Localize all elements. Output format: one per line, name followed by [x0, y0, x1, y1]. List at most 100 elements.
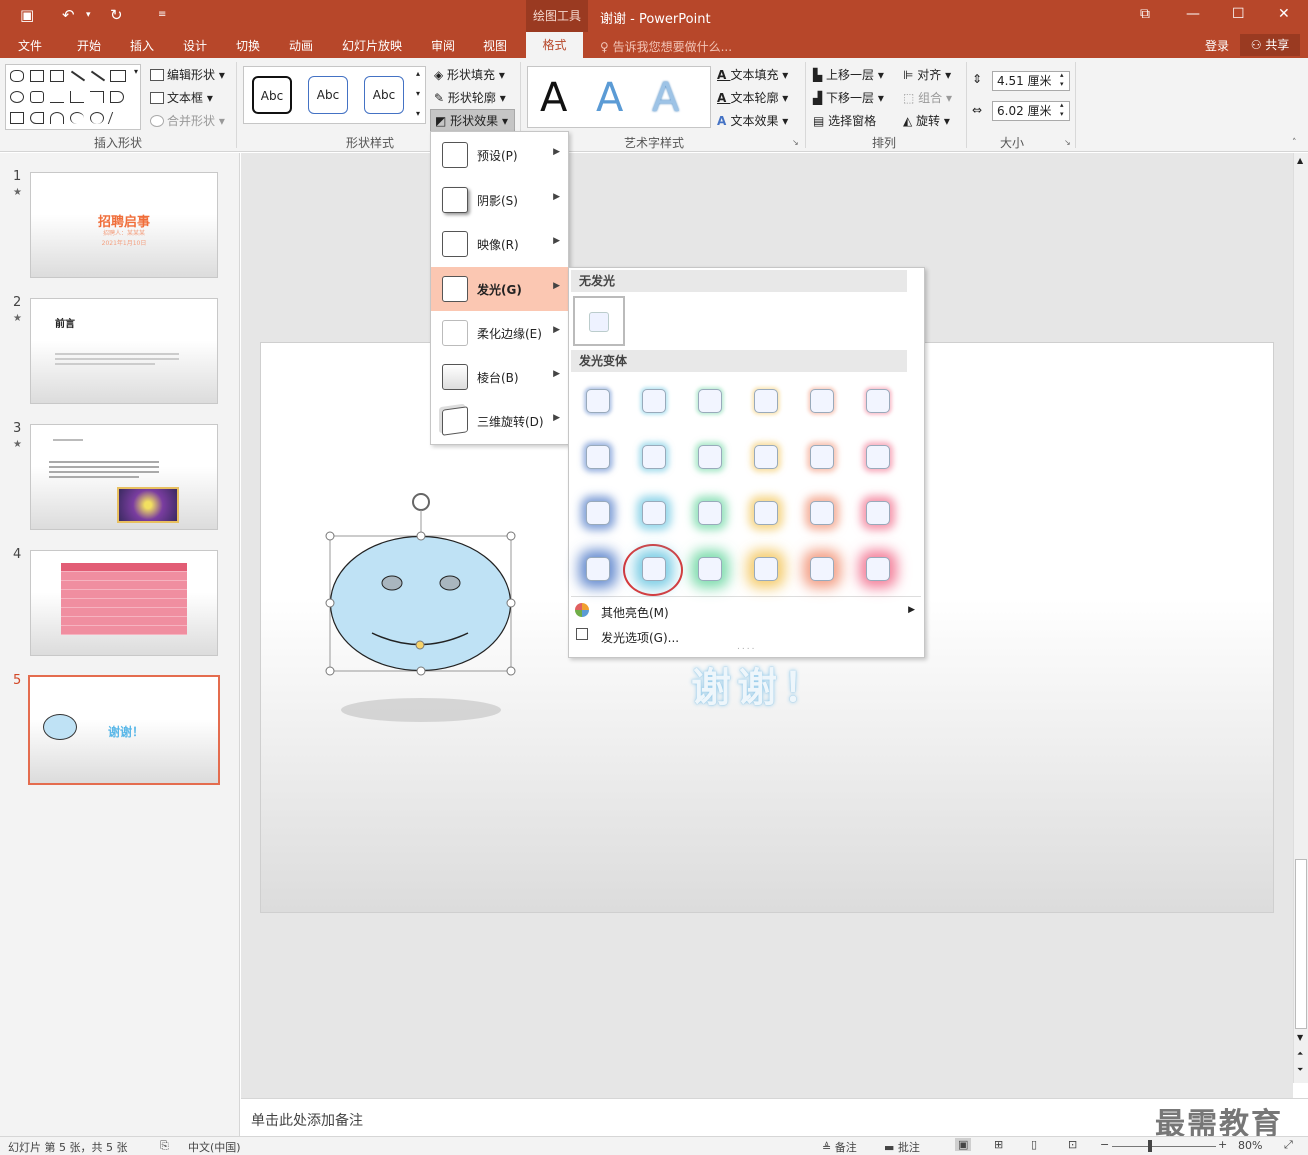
smiley-face[interactable] — [329, 535, 512, 672]
dialog-launcher-icon[interactable]: ↘ — [1064, 138, 1071, 147]
down-arrow-shape-icon[interactable] — [10, 112, 24, 124]
text-outline-button[interactable]: A 文本轮廓 ▾ — [717, 89, 788, 106]
tab-insert[interactable]: 插入 — [130, 37, 154, 54]
language-indicator[interactable]: 中文(中国) — [188, 1139, 241, 1155]
resize-handle[interactable] — [506, 666, 516, 676]
text-effects-button[interactable]: A 文本效果 ▾ — [717, 112, 788, 129]
glow-variant-swatch[interactable] — [586, 501, 610, 525]
scroll-thumb[interactable] — [1295, 859, 1307, 1029]
glow-variant-swatch[interactable] — [866, 445, 890, 469]
elbow-connector-icon[interactable] — [70, 91, 84, 103]
menu-item-3d-rotation[interactable]: 三维旋转(D) ▶ — [431, 399, 568, 443]
glow-variant-swatch[interactable] — [810, 389, 834, 413]
shape-styles-gallery[interactable]: Abc Abc Abc ▴ ▾ ▾ — [243, 66, 426, 124]
edit-shape-button[interactable]: 编辑形状 ▾ — [150, 66, 225, 83]
tab-animations[interactable]: 动画 — [289, 37, 313, 54]
scroll-up-icon[interactable]: ▲ — [1297, 156, 1303, 165]
rotate-handle-icon[interactable] — [412, 493, 430, 511]
resize-handle[interactable] — [416, 531, 426, 541]
redo-icon[interactable]: ↻ — [110, 6, 123, 24]
adjust-handle[interactable] — [415, 640, 425, 650]
glow-variant-swatch[interactable] — [866, 501, 890, 525]
gallery-more-icon[interactable]: ▾ — [416, 109, 420, 118]
slide-thumbnail-5[interactable]: 谢谢！ — [28, 675, 220, 785]
slide-thumbnail-2[interactable]: 前言 — [30, 298, 218, 404]
glow-variant-swatch[interactable] — [642, 501, 666, 525]
rectangle-shape-icon[interactable] — [110, 70, 126, 82]
ribbon-display-icon[interactable]: ⧉ — [1140, 6, 1150, 22]
triangle-shape-icon[interactable] — [50, 91, 64, 103]
line-shape-icon[interactable] — [70, 70, 86, 82]
glow-variant-swatch[interactable] — [810, 557, 834, 581]
glow-variant-swatch[interactable] — [698, 389, 722, 413]
gallery-scroll-up-icon[interactable]: ▴ — [416, 69, 420, 78]
tab-view[interactable]: 视图 — [483, 37, 507, 54]
heart-shape-icon[interactable] — [10, 70, 24, 82]
gallery-more-icon[interactable]: ▾ — [134, 67, 138, 76]
notes-pane[interactable]: 单击此处添加备注 最需教育 — [241, 1098, 1308, 1142]
tab-transitions[interactable]: 切换 — [236, 37, 260, 54]
slide-thumbnail-3[interactable] — [30, 424, 218, 530]
merge-shapes-button[interactable]: 合并形状 ▾ — [150, 112, 225, 129]
wordart-blue[interactable]: A — [596, 75, 623, 121]
selection-pane-button[interactable]: ▤ 选择窗格 — [813, 112, 876, 129]
menu-item-glow[interactable]: 发光(G) ▶ — [431, 267, 568, 311]
resize-handle[interactable] — [506, 598, 516, 608]
menu-item-bevel[interactable]: 棱台(B) ▶ — [431, 355, 568, 399]
tab-home[interactable]: 开始 — [77, 37, 101, 54]
resize-handle[interactable] — [416, 666, 426, 676]
height-spinner-icon[interactable]: ▴ ▾ — [1060, 71, 1064, 89]
customize-qat-icon[interactable]: ≡ — [158, 9, 166, 20]
send-backward-button[interactable]: ▟ 下移一层 ▾ — [813, 89, 884, 106]
normal-view-icon[interactable]: ▣ — [955, 1138, 972, 1151]
width-input[interactable]: 6.02 厘米 — [992, 101, 1070, 121]
glow-variant-swatch[interactable] — [698, 445, 722, 469]
shape-fill-button[interactable]: ◈ 形状填充 ▾ — [434, 66, 505, 83]
shape-effects-button[interactable]: ◩ 形状效果 ▾ — [430, 109, 516, 133]
undo-dropdown-icon[interactable]: ▾ — [86, 10, 91, 20]
vertical-scrollbar[interactable]: ▲ ▼ ⏶ ⏷ — [1293, 153, 1308, 1083]
scroll-down-icon[interactable]: ▼ — [1297, 1033, 1303, 1042]
glow-variant-swatch[interactable] — [866, 557, 890, 581]
align-button[interactable]: ⊫ 对齐 ▾ — [903, 66, 951, 83]
bring-forward-button[interactable]: ▙ 上移一层 ▾ — [813, 66, 884, 83]
glow-variant-swatch[interactable] — [586, 389, 610, 413]
slide-thumbnail-1[interactable]: 招聘启事 招聘人：某某某 2021年1月10日 — [30, 172, 218, 278]
login-link[interactable]: 登录 — [1205, 37, 1229, 54]
wordart-black[interactable]: A — [540, 75, 567, 121]
style-blue-outline[interactable]: Abc — [308, 76, 348, 114]
next-slide-icon[interactable]: ⏷ — [1297, 1065, 1303, 1075]
glow-variant-swatch[interactable] — [698, 557, 722, 581]
share-button[interactable]: ⚇ 共享 — [1240, 34, 1300, 56]
collapse-ribbon-icon[interactable]: ˄ — [1292, 138, 1297, 148]
slide-sorter-icon[interactable]: ⊞ — [994, 1138, 1003, 1151]
wordart-blue-outline[interactable]: A — [652, 75, 679, 121]
arc-shape-icon[interactable] — [50, 112, 64, 124]
glow-variant-swatch[interactable] — [810, 445, 834, 469]
resize-handle[interactable] — [506, 531, 516, 541]
smiley-shape[interactable] — [320, 488, 526, 733]
fit-slide-icon[interactable]: ⤢ — [1284, 1138, 1293, 1152]
text-fill-button[interactable]: A 文本填充 ▾ — [717, 66, 788, 83]
resize-handle[interactable] — [325, 531, 335, 541]
tab-format[interactable]: 格式 — [526, 32, 583, 58]
style-black-outline[interactable]: Abc — [252, 76, 292, 114]
shape-outline-button[interactable]: ✎ 形状轮廓 ▾ — [434, 89, 506, 106]
height-input[interactable]: 4.51 厘米 — [992, 71, 1070, 91]
freeform-shape-icon[interactable] — [90, 112, 104, 124]
no-glow-option[interactable] — [573, 296, 625, 346]
undo-icon[interactable]: ↶ — [62, 6, 75, 24]
notes-toggle[interactable]: ≜ 备注 — [822, 1139, 857, 1155]
style-blue-outline-2[interactable]: Abc — [364, 76, 404, 114]
glow-variant-swatch[interactable] — [810, 501, 834, 525]
reading-view-icon[interactable]: ▯ — [1031, 1138, 1037, 1151]
glow-variant-swatch[interactable] — [642, 557, 666, 581]
tab-design[interactable]: 设计 — [183, 37, 207, 54]
shapes-gallery[interactable]: ▾ — [5, 64, 141, 130]
rounded-rect-icon[interactable] — [30, 91, 44, 103]
group-button[interactable]: ⬚ 组合 ▾ — [903, 89, 952, 106]
wordart-gallery[interactable]: A A A — [527, 66, 711, 128]
menu-item-reflection[interactable]: 映像(R) ▶ — [431, 222, 568, 266]
glow-variant-swatch[interactable] — [642, 389, 666, 413]
save-icon[interactable]: ▣ — [20, 6, 34, 24]
